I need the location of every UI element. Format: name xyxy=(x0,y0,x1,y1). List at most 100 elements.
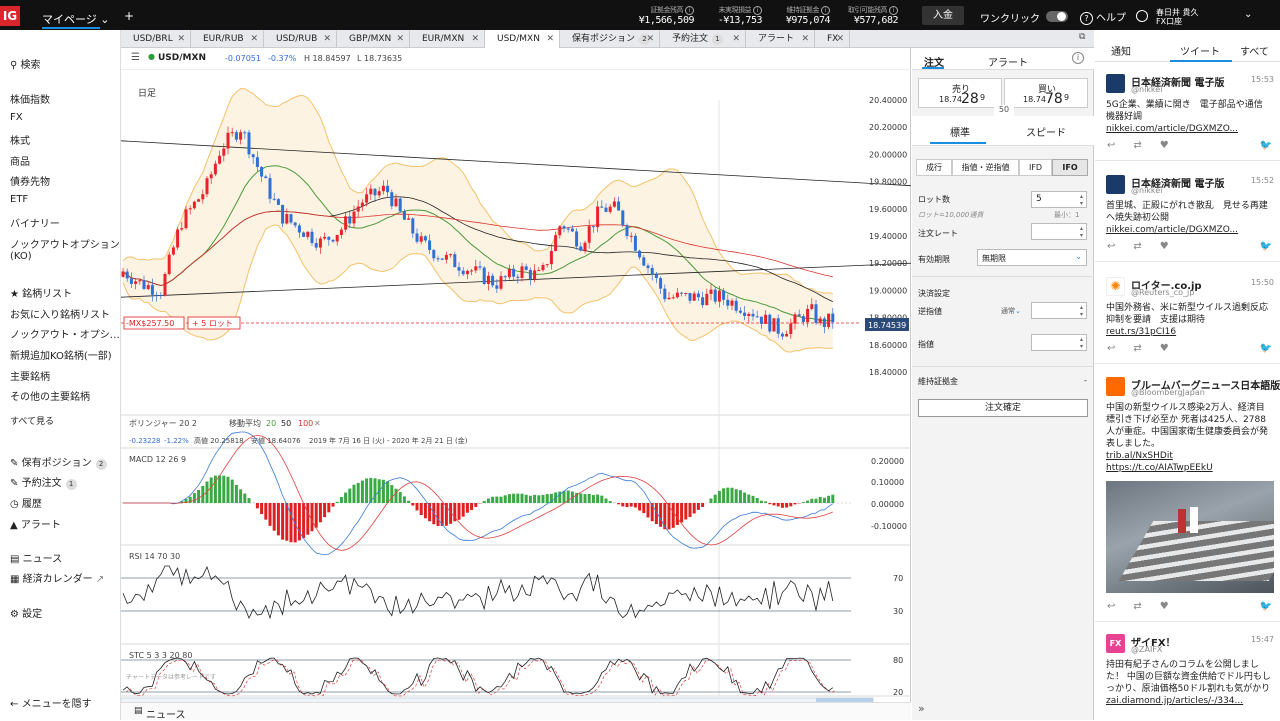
ig-logo[interactable]: IG xyxy=(0,6,20,26)
sidebar-item-knockout[interactable]: ノックアウトオプション xyxy=(10,236,120,251)
chart-canvas[interactable]: 日足 20.4000020.2000020.0000019.8000019.60… xyxy=(121,70,911,720)
sidebar-item-positions[interactable]: ✎ 保有ポジション2 xyxy=(10,454,107,470)
sidebar-item-binary[interactable]: バイナリー xyxy=(10,215,60,230)
tab-usd-rub[interactable]: USD/RUB✕ xyxy=(264,30,337,48)
sidebar-search[interactable]: ⚲ 検索 xyxy=(10,56,41,71)
confirm-order-button[interactable]: 注文確定 xyxy=(918,399,1088,417)
oneclick-toggle[interactable] xyxy=(1046,11,1068,22)
info-icon[interactable]: i xyxy=(889,6,898,15)
mode-standard[interactable]: 標準 xyxy=(950,124,970,139)
tweet-link[interactable]: nikkei.com/article/DGXMZO... xyxy=(1106,224,1271,236)
see-all-link[interactable]: すべて見る xyxy=(10,414,54,427)
type-ifo[interactable]: IFO xyxy=(1052,159,1088,176)
info-icon[interactable]: i xyxy=(685,6,694,15)
sidebar-item-other-major[interactable]: その他の主要銘柄 xyxy=(10,388,90,403)
buy-button[interactable]: 買い 18.74 78 9 xyxy=(1004,78,1088,108)
sidebar-item-orders[interactable]: ✎ 予約注文1 xyxy=(10,474,77,490)
sidebar-item-indices[interactable]: 株価指数 xyxy=(10,91,50,106)
tab-all[interactable]: すべて xyxy=(1240,43,1269,58)
sidebar-item-fx[interactable]: FX xyxy=(10,112,23,123)
hide-menu-button[interactable]: ← メニューを隠す xyxy=(10,695,92,710)
tab-alert[interactable]: アラート xyxy=(988,54,1028,69)
popout-icon[interactable]: ⧉ xyxy=(1079,32,1085,42)
stop-input[interactable]: ▴▾ xyxy=(1031,302,1087,319)
info-icon[interactable]: i xyxy=(1072,52,1084,64)
news-bar[interactable]: ▤ ニュース xyxy=(121,702,911,720)
close-icon[interactable]: ✕ xyxy=(323,30,331,48)
type-ifd[interactable]: IFD xyxy=(1019,159,1052,176)
tweet-actions[interactable]: ↩⇄♥ xyxy=(1107,140,1187,151)
tab-eur-mxn[interactable]: EUR/MXN✕ xyxy=(410,30,485,48)
sidebar-item-news[interactable]: ▤ ニュース xyxy=(10,550,62,565)
sidebar-item-etf[interactable]: ETF xyxy=(10,194,28,205)
collapse-panel-icon[interactable]: » xyxy=(918,702,925,715)
close-icon[interactable]: ✕ xyxy=(177,30,185,48)
close-icon[interactable]: ✕ xyxy=(471,30,479,48)
tweet-photo[interactable] xyxy=(1106,481,1274,593)
menu-icon[interactable]: ☰ xyxy=(131,52,140,63)
stepper-icon[interactable]: ▴▾ xyxy=(1080,225,1083,239)
sell-button[interactable]: 売り 18.74 28 9 xyxy=(918,78,1002,108)
close-icon[interactable]: ✕ xyxy=(801,30,809,48)
user-menu[interactable]: 春日井 貴久FX口座 xyxy=(1136,8,1199,26)
stepper-icon[interactable]: ▴▾ xyxy=(1080,193,1083,207)
mode-speed[interactable]: スピード xyxy=(1026,124,1066,139)
tweet-link[interactable]: https://t.co/AIATwpEEkU xyxy=(1106,462,1271,474)
sidebar-item-knockout-list[interactable]: ノックアウト・オプシ… xyxy=(10,326,120,341)
remove-indicator-icon[interactable]: ✕ xyxy=(314,419,321,428)
sidebar-item-major[interactable]: 主要銘柄 xyxy=(10,368,50,383)
close-icon[interactable]: ✕ xyxy=(646,30,654,48)
tab-alerts[interactable]: アラート✕ xyxy=(746,30,815,48)
info-icon[interactable]: i xyxy=(821,6,830,15)
mypage-tab[interactable]: マイページ ⌄ xyxy=(42,11,110,27)
candle-body xyxy=(689,293,692,301)
sidebar-item-calendar[interactable]: ▦ 経済カレンダー ↗ xyxy=(10,570,104,585)
sidebar-item-settings[interactable]: ⚙ 設定 xyxy=(10,605,42,620)
sidebar-item-bond-futures[interactable]: 債券先物 xyxy=(10,173,50,188)
close-icon[interactable]: ✕ xyxy=(836,30,844,48)
tab-usd-brl[interactable]: USD/BRL✕ xyxy=(121,30,191,48)
tweet-link[interactable]: zai.diamond.jp/articles/-/334... xyxy=(1106,695,1271,707)
tab-orders[interactable]: 予約注文1✕ xyxy=(660,30,746,48)
tab-tweets[interactable]: ツイート xyxy=(1180,43,1220,58)
close-icon[interactable]: ✕ xyxy=(250,30,258,48)
tab-notifications[interactable]: 通知 xyxy=(1111,43,1131,58)
close-icon[interactable]: ✕ xyxy=(546,30,554,48)
deposit-button[interactable]: 入金 xyxy=(922,6,964,25)
stepper-icon[interactable]: ▴▾ xyxy=(1080,304,1083,318)
close-icon[interactable]: ✕ xyxy=(396,30,404,48)
limit-input[interactable]: ▴▾ xyxy=(1031,334,1087,351)
tab-positions[interactable]: 保有ポジション2✕ xyxy=(560,30,660,48)
tab-usd-mxn[interactable]: USD/MXN✕ xyxy=(485,30,560,49)
tab-gbp-mxn[interactable]: GBP/MXN✕ xyxy=(337,30,410,48)
sidebar-item-new-ko[interactable]: 新規追加KO銘柄(一部) xyxy=(10,347,112,362)
tweet-link[interactable]: reut.rs/31pCI16 xyxy=(1106,326,1271,338)
tweet-link[interactable]: trib.al/NxSHDit xyxy=(1106,450,1271,462)
sidebar-item-stocks[interactable]: 株式 xyxy=(10,132,30,147)
type-market[interactable]: 成行 xyxy=(916,159,952,176)
add-tab-button[interactable]: + xyxy=(124,9,134,23)
type-limit-stop[interactable]: 指値・逆指値 xyxy=(952,159,1019,176)
tab-eur-rub[interactable]: EUR/RUB✕ xyxy=(191,30,264,48)
tweet-actions[interactable]: ↩⇄♥ xyxy=(1107,343,1187,354)
info-icon[interactable]: i xyxy=(753,6,762,15)
chevron-down-icon[interactable]: ⌄ xyxy=(1244,9,1252,20)
stop-mode-select[interactable]: 通常⌄ xyxy=(1001,306,1021,316)
sidebar-item-alerts[interactable]: ▲ アラート xyxy=(10,516,61,531)
tweet-link[interactable]: nikkei.com/article/DGXMZO... xyxy=(1106,123,1271,135)
tab-fx[interactable]: FX✕ xyxy=(815,30,850,48)
close-icon[interactable]: ✕ xyxy=(732,30,740,48)
sidebar-item-watchlists[interactable]: ★ 銘柄リスト xyxy=(10,285,72,300)
help-button[interactable]: ?ヘルプ xyxy=(1080,9,1126,25)
sidebar-item-knockout-suffix[interactable]: (KO) xyxy=(10,251,32,262)
tweet-actions[interactable]: ↩⇄♥ xyxy=(1107,601,1187,612)
stepper-icon[interactable]: ▴▾ xyxy=(1080,336,1083,350)
sidebar-item-favorites[interactable]: お気に入り銘柄リスト xyxy=(10,306,110,321)
tweet-actions[interactable]: ↩⇄♥ xyxy=(1107,241,1187,252)
sidebar-item-history[interactable]: ◷ 履歴 xyxy=(10,495,42,510)
lot-input[interactable]: 5▴▾ xyxy=(1031,191,1087,208)
expiry-select[interactable]: 無期限⌄ xyxy=(977,249,1087,266)
rate-input[interactable]: ▴▾ xyxy=(1031,223,1087,240)
chart-area[interactable]: ☰ ● USD/MXN -0.07051 -0.37% H 18.84597 L… xyxy=(121,48,911,720)
sidebar-item-commodities[interactable]: 商品 xyxy=(10,153,30,168)
